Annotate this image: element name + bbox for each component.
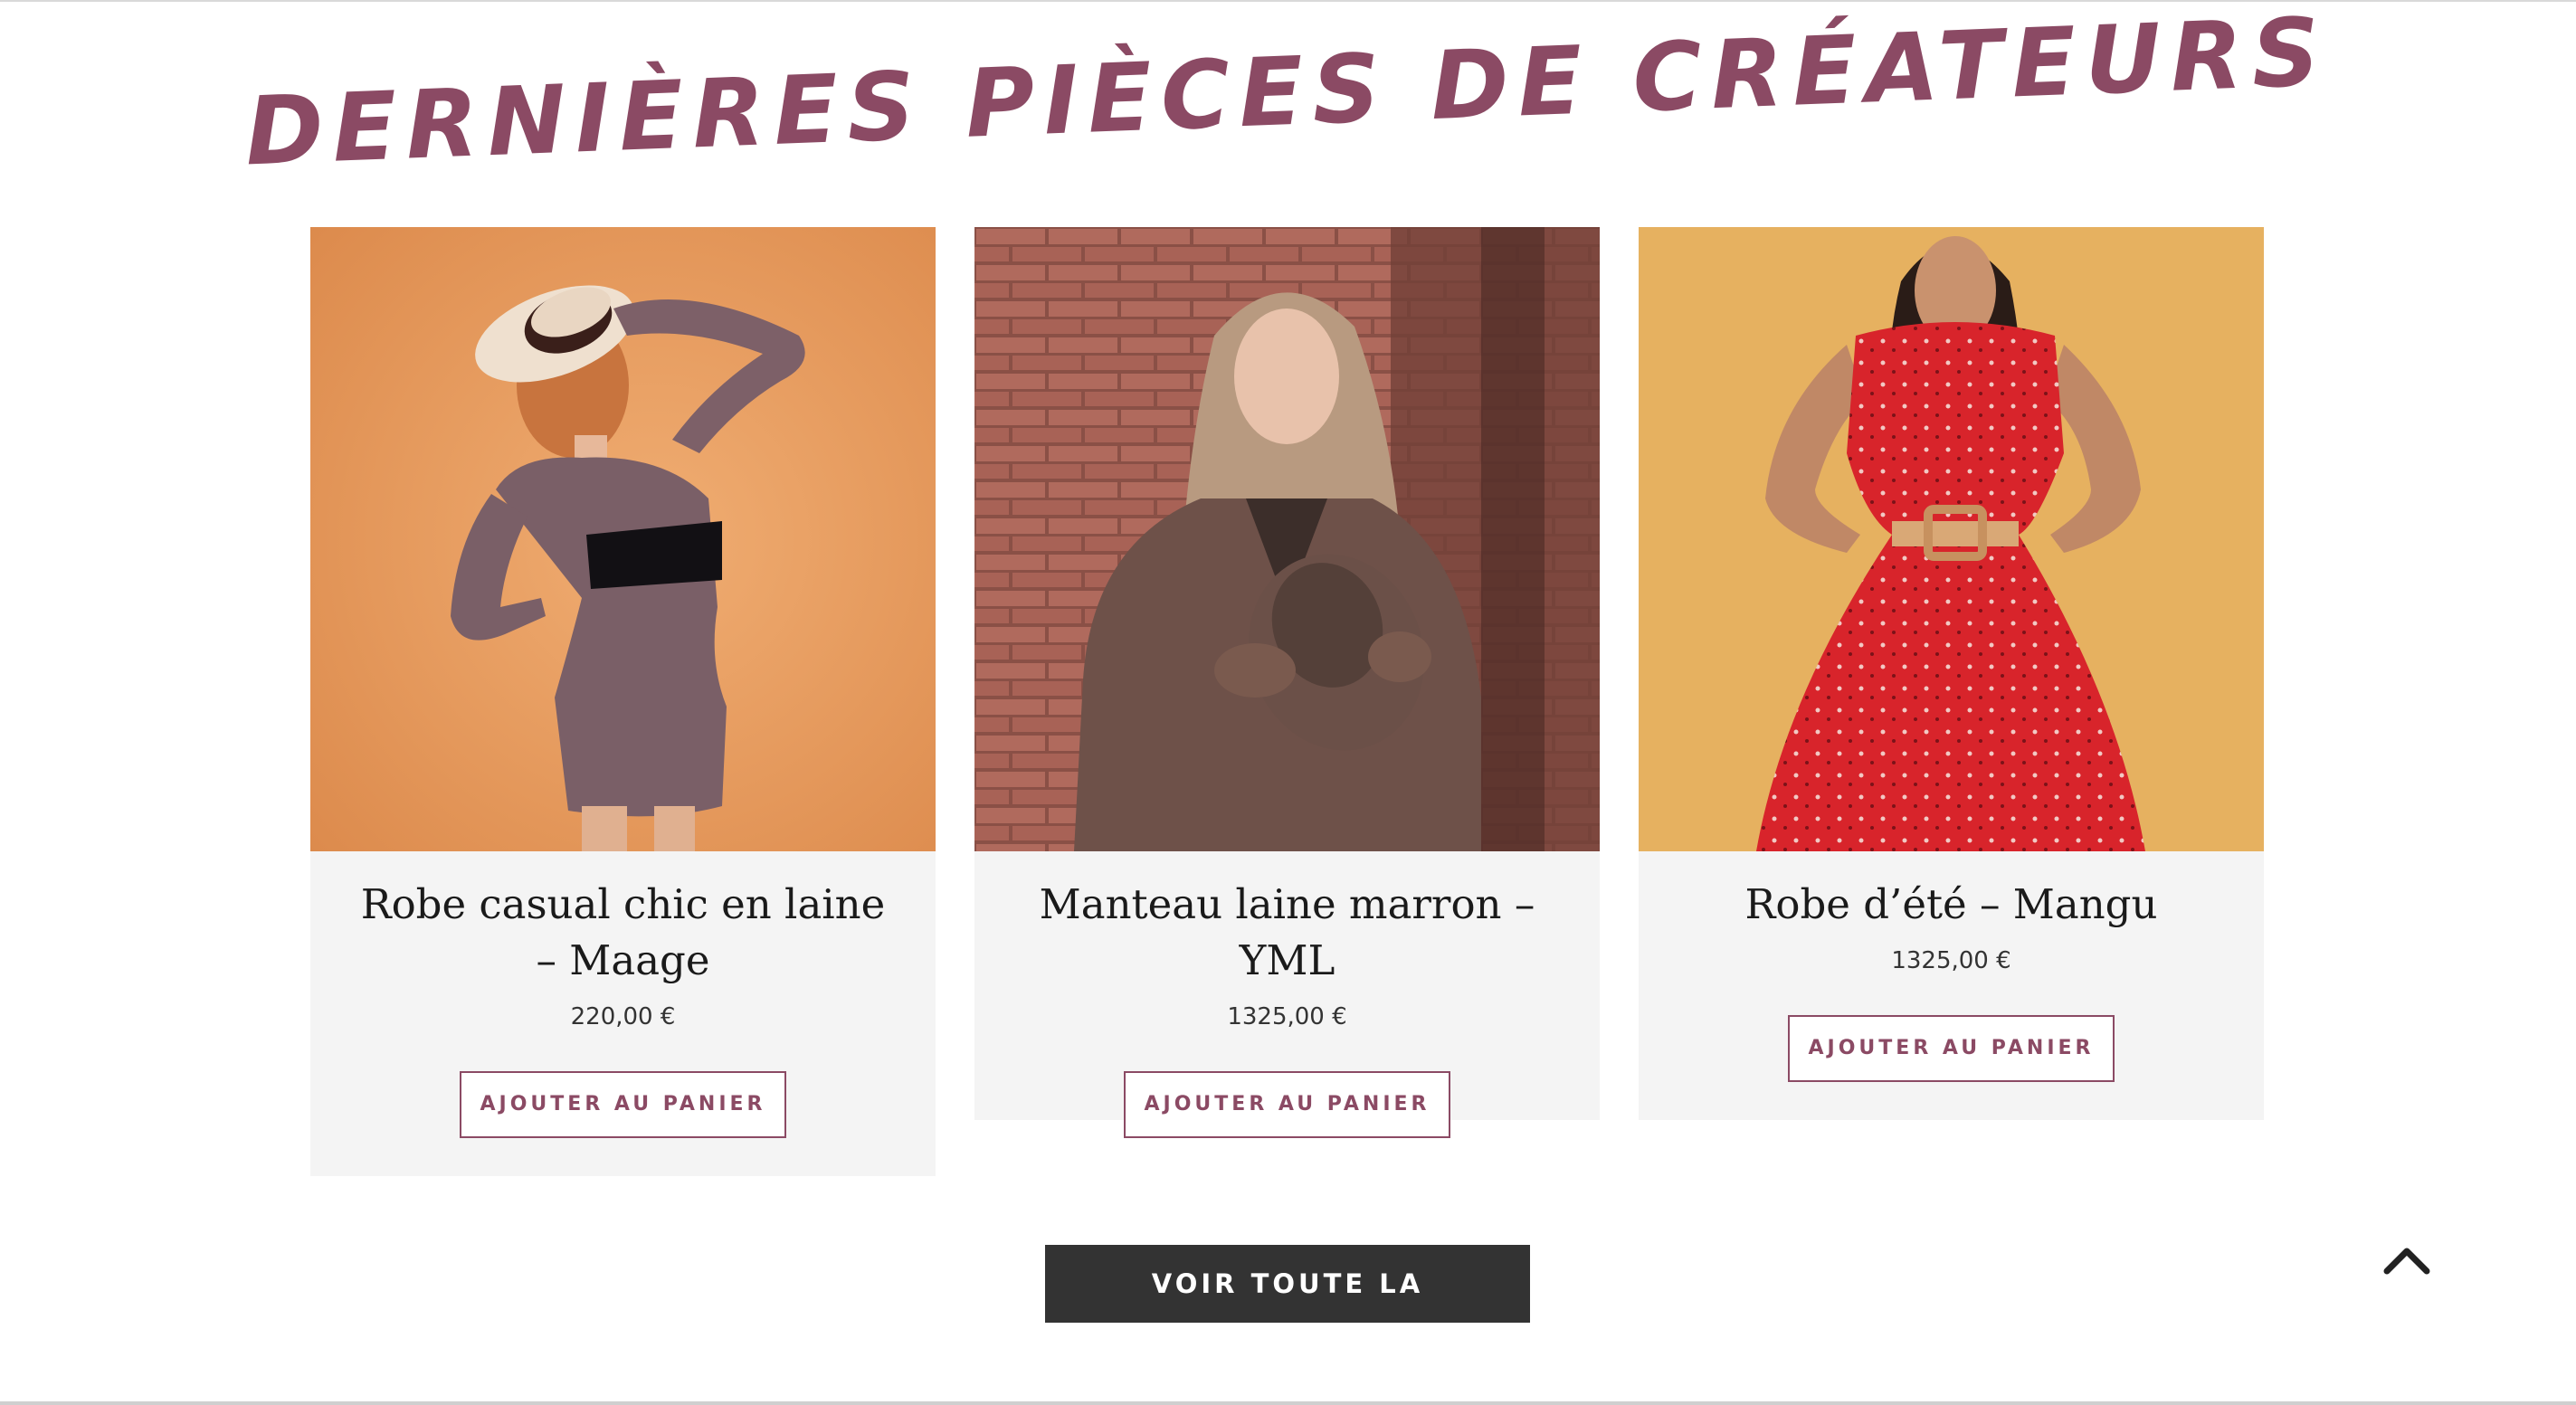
- product-info: Manteau laine marron – YML 1325,00 € AJO…: [974, 851, 1600, 1138]
- product-price: 1325,00 €: [1227, 1003, 1347, 1030]
- product-image-link[interactable]: [1639, 227, 2264, 851]
- product-image-link[interactable]: [974, 227, 1600, 851]
- bottom-divider: [0, 1401, 2576, 1405]
- product-title[interactable]: Manteau laine marron – YML: [1020, 877, 1554, 989]
- product-card: Manteau laine marron – YML 1325,00 € AJO…: [974, 227, 1600, 1138]
- product-title[interactable]: Robe d’été – Mangu: [1684, 877, 2219, 933]
- chevron-up-icon: [2383, 1248, 2430, 1275]
- section-title: DERNIÈRES PIÈCES DE CRÉATEURS: [242, 0, 2331, 187]
- product-card: Robe d’été – Mangu 1325,00 € AJOUTER AU …: [1639, 227, 2264, 1120]
- product-price: 1325,00 €: [1891, 947, 2011, 974]
- product-image: [1639, 227, 2264, 851]
- product-image-link[interactable]: [310, 227, 936, 851]
- add-to-cart-button[interactable]: AJOUTER AU PANIER: [1788, 1015, 2115, 1082]
- product-info: Robe d’été – Mangu 1325,00 € AJOUTER AU …: [1639, 851, 2264, 1082]
- product-price: 220,00 €: [570, 1003, 676, 1030]
- product-info: Robe casual chic en laine – Maage 220,00…: [310, 851, 936, 1138]
- product-image: [974, 227, 1600, 851]
- scroll-to-top-button[interactable]: [2380, 1235, 2434, 1280]
- add-to-cart-button[interactable]: AJOUTER AU PANIER: [1124, 1071, 1450, 1138]
- product-card: Robe casual chic en laine – Maage 220,00…: [310, 227, 936, 1176]
- view-collection-button[interactable]: VOIR TOUTE LA COLLECTION: [1045, 1245, 1530, 1377]
- product-image: [310, 227, 936, 851]
- add-to-cart-button[interactable]: AJOUTER AU PANIER: [460, 1071, 786, 1138]
- product-title[interactable]: Robe casual chic en laine – Maage: [356, 877, 890, 989]
